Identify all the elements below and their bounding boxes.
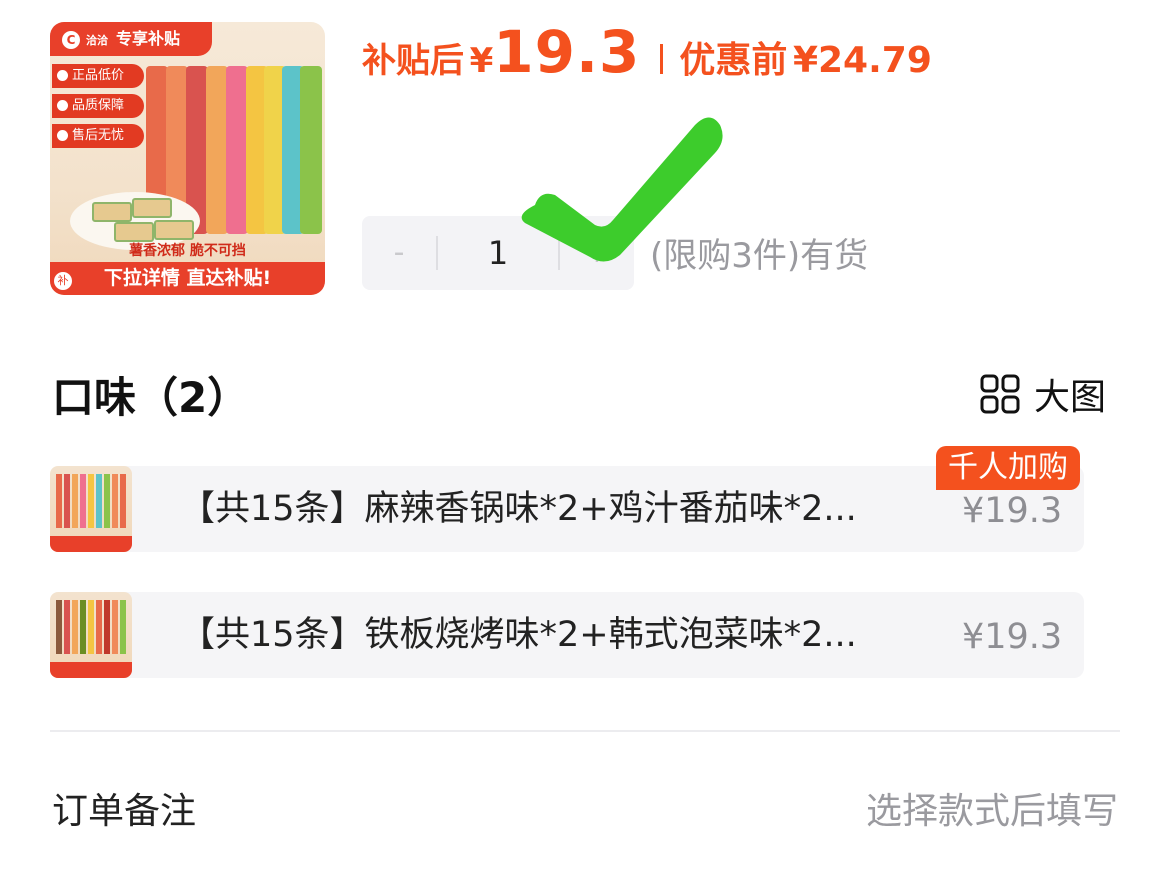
large-image-view-toggle[interactable]: 大图 bbox=[980, 368, 1106, 418]
detail-cta-banner: 下拉详情 直达补贴! bbox=[50, 262, 325, 295]
price-separator bbox=[660, 44, 664, 74]
flavor-option-name: 【共15条】麻辣香锅味*2+鸡汁番茄味*2... bbox=[180, 489, 857, 529]
large-image-label: 大图 bbox=[1034, 377, 1107, 418]
before-discount-price: ¥24.79 bbox=[792, 40, 932, 81]
decrease-quantity-button[interactable]: - bbox=[362, 216, 436, 290]
grid-icon bbox=[980, 374, 1020, 414]
flavor-option-name: 【共15条】铁板烧烤味*2+韩式泡菜味*2... bbox=[180, 615, 857, 655]
tag-quality: 品质保障 bbox=[52, 94, 144, 118]
after-subsidy-label: 补贴后 bbox=[362, 41, 464, 81]
order-remark-hint[interactable]: 选择款式后填写 bbox=[866, 782, 1118, 834]
brand-name: 洽洽 bbox=[86, 34, 108, 47]
flavor-section-title: 口味（2） bbox=[52, 373, 250, 422]
before-discount-label: 优惠前 bbox=[679, 40, 788, 81]
currency-symbol: ¥ bbox=[469, 41, 494, 81]
flavor-option-2[interactable]: 【共15条】铁板烧烤味*2+韩式泡菜味*2... ¥19.3 bbox=[50, 592, 1084, 678]
subsidy-corner-mark: 补 bbox=[54, 272, 72, 290]
flavor-option-thumbnail bbox=[50, 466, 132, 552]
tag-genuine: 正品低价 bbox=[52, 64, 144, 88]
after-subsidy-price: 19.3 bbox=[493, 18, 641, 86]
product-image[interactable]: C 洽洽 专享补贴 正品低价 品质保障 售后无忧 薯香浓郁 脆不可挡 下拉详情 直达… bbox=[50, 22, 325, 295]
price-row: 补贴后 ¥19.3 优惠前 ¥24.79 bbox=[362, 18, 932, 86]
subsidy-badge: C 洽洽 专享补贴 bbox=[50, 22, 212, 56]
section-divider bbox=[50, 730, 1120, 732]
popular-badge: 千人加购 bbox=[936, 446, 1080, 490]
product-slogan: 薯香浓郁 脆不可挡 bbox=[129, 243, 246, 259]
brand-logo-icon: C bbox=[62, 30, 80, 49]
tag-aftersale: 售后无忧 bbox=[52, 124, 144, 148]
subsidy-badge-label: 专享补贴 bbox=[116, 29, 181, 48]
detail-cta-text: 下拉详情 直达补贴! bbox=[103, 267, 272, 289]
green-check-icon bbox=[521, 117, 723, 262]
flavor-option-1[interactable]: 【共15条】麻辣香锅味*2+鸡汁番茄味*2... ¥19.3 bbox=[50, 466, 1084, 552]
flavor-option-price: ¥19.3 bbox=[962, 617, 1063, 657]
flavor-option-thumbnail bbox=[50, 592, 132, 678]
order-remark-label: 订单备注 bbox=[52, 791, 197, 832]
